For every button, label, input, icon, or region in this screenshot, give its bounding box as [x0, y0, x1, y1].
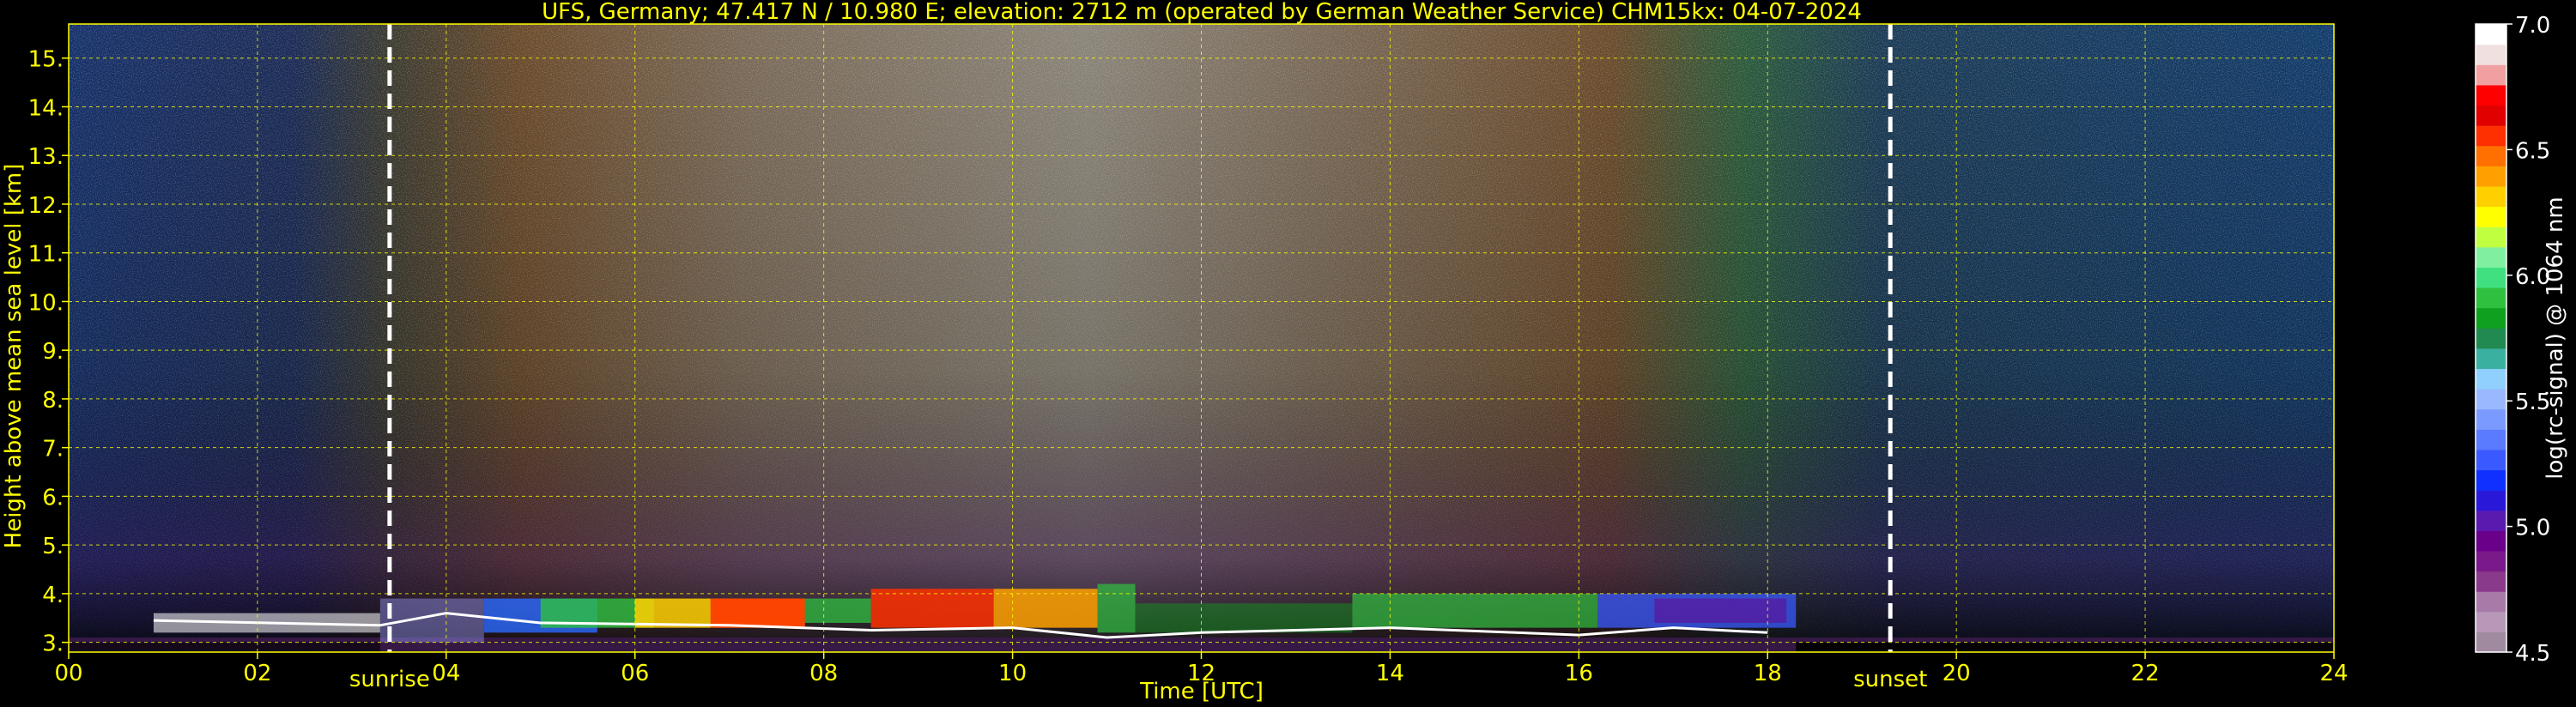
boundary-layer-segment [804, 598, 871, 623]
y-tick-label: 6. [42, 485, 64, 511]
colorbar-swatch [2476, 307, 2506, 329]
colorbar-swatch [2476, 185, 2506, 208]
colorbar-swatch [2476, 571, 2506, 592]
boundary-layer-segment [993, 589, 1098, 628]
boundary-layer-segment [1796, 642, 2334, 652]
boundary-layer-segment [1654, 598, 1787, 623]
colorbar-swatches [2476, 24, 2506, 653]
boundary-layer-segment [710, 598, 805, 628]
colorbar-label: log(rc-signal) @ 1064 nm [2543, 196, 2568, 479]
x-tick-label: 00 [54, 661, 82, 686]
colorbar-swatch [2476, 611, 2506, 632]
y-tick-label: 14. [28, 95, 64, 121]
x-tick-label: 04 [432, 661, 460, 686]
colorbar-swatch [2476, 631, 2506, 653]
colorbar-swatch [2476, 429, 2506, 450]
colorbar-swatch [2476, 24, 2506, 45]
x-tick-label: 22 [2131, 661, 2160, 686]
y-tick-label: 11. [28, 242, 64, 268]
y-tick-label: 15. [28, 47, 64, 73]
x-tick-label: 16 [1565, 661, 1593, 686]
boundary-layer-segment [1135, 603, 1353, 633]
boundary-layer-segment [1352, 593, 1598, 628]
colorbar-tick-label: 6.5 [2515, 138, 2550, 164]
colorbar-tick-label: 7.0 [2515, 13, 2550, 39]
colorbar-swatch [2476, 44, 2506, 65]
y-tick-label: 4. [42, 583, 64, 608]
colorbar-swatch [2476, 246, 2506, 268]
y-tick-label: 13. [28, 144, 64, 170]
x-tick-label: 02 [243, 661, 271, 686]
y-tick-label: 12. [28, 193, 64, 219]
x-tick-label: 10 [998, 661, 1027, 686]
colorbar-swatch [2476, 166, 2506, 187]
colorbar-tick-label: 4.5 [2515, 641, 2550, 667]
x-tick-label: 24 [2319, 661, 2348, 686]
colorbar-swatch [2476, 530, 2506, 552]
colorbar-swatch [2476, 591, 2506, 613]
boundary-layer-segment [1097, 583, 1136, 633]
y-tick-label: 5. [42, 534, 64, 559]
y-tick-label: 8. [42, 388, 64, 414]
y-tick-label: 3. [42, 631, 64, 657]
colorbar-swatch [2476, 408, 2506, 430]
y-axis-label: Height above mean sea level [km] [1, 164, 27, 549]
boundary-layer-segment [379, 598, 484, 643]
colorbar: 4.55.05.56.06.57.0 log(rc-signal) @ 1064… [2475, 13, 2568, 667]
colorbar-swatch [2476, 267, 2506, 288]
colorbar-swatch [2476, 145, 2506, 166]
colorbar-swatch [2476, 469, 2506, 491]
colorbar-swatch [2476, 105, 2506, 126]
x-tick-label: 20 [1943, 661, 1971, 686]
sunset-label: sunset [1853, 667, 1927, 692]
colorbar-swatch [2476, 227, 2506, 248]
sunrise-label: sunrise [349, 667, 430, 692]
x-tick-label: 08 [809, 661, 838, 686]
colorbar-swatch [2476, 287, 2506, 309]
chart-title: UFS, Germany; 47.417 N / 10.980 E; eleva… [542, 0, 1862, 25]
y-axis-ticks: 3. 4. 5. 6. 7. 8. 9. 10. 11. 12. 13. 14. 15. [28, 47, 69, 657]
colorbar-swatch [2476, 490, 2506, 511]
colorbar-swatch [2476, 347, 2506, 370]
x-tick-label: 06 [621, 661, 649, 686]
colorbar-swatch [2476, 64, 2506, 86]
annotations: sunrise sunset [349, 667, 1927, 692]
colorbar-swatch [2476, 510, 2506, 531]
colorbar-swatch [2476, 125, 2506, 147]
signal-height-fade [69, 24, 2334, 652]
boundary-layer-segment [870, 589, 994, 628]
x-tick-label: 18 [1754, 661, 1782, 686]
colorbar-swatch [2476, 206, 2506, 227]
ceilometer-chart: 00 02 04 06 08 10 12 14 16 18 20 22 24 3.4.5.6.7.8.9… [1, 0, 2568, 704]
colorbar-swatch [2476, 389, 2506, 410]
x-axis-label: Time [UTC] [1139, 679, 1264, 704]
colorbar-swatch [2476, 449, 2506, 471]
colorbar-tick-label: 5.0 [2515, 516, 2550, 541]
colorbar-swatch [2476, 368, 2506, 390]
signal-background [69, 24, 2334, 652]
x-tick-label: 14 [1376, 661, 1404, 686]
y-tick-label: 10. [28, 290, 64, 316]
colorbar-swatch [2476, 328, 2506, 349]
y-tick-label: 9. [42, 339, 64, 365]
colorbar-swatch [2476, 550, 2506, 572]
colorbar-swatch [2476, 84, 2506, 106]
boundary-layer-segment [69, 642, 380, 652]
y-tick-label: 7. [42, 437, 64, 462]
